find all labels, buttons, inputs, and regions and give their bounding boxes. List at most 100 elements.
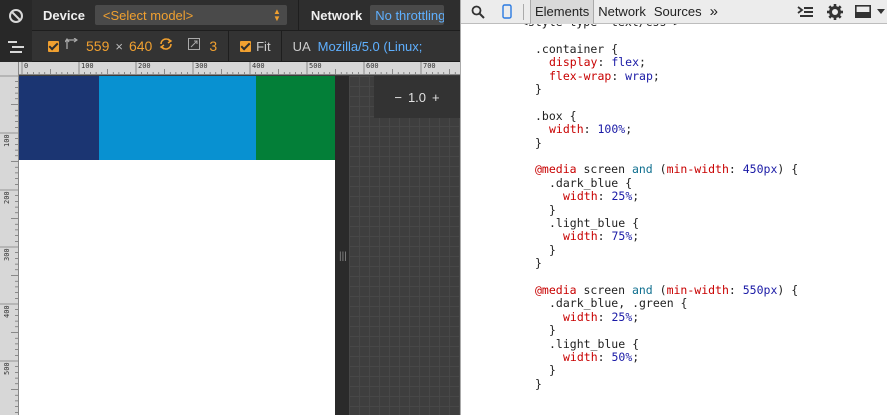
code-line: width: 100%; [549, 122, 632, 137]
code-token: width [563, 229, 598, 244]
fit-label: Fit [256, 38, 271, 54]
device-label: Device [43, 7, 85, 23]
ruler-tick-label: 300 [195, 62, 208, 70]
width-field[interactable]: 559 [86, 38, 109, 54]
disable-emulation-icon[interactable] [6, 6, 26, 26]
dark-blue-box [19, 76, 99, 160]
code-token: @media [535, 283, 577, 297]
zoom-in-button[interactable]: + [432, 90, 440, 105]
ruler-tick-label: 400 [252, 62, 265, 70]
code-token: } [549, 202, 556, 217]
code-line: flex-wrap: wrap; [549, 68, 660, 83]
code-token: } [535, 82, 542, 96]
code-token: flex [611, 55, 640, 70]
code-line: display: flex; [549, 55, 646, 70]
code-token: width [563, 309, 598, 324]
code-line: } [535, 256, 542, 271]
code-token: .light_blue { [549, 336, 640, 351]
code-token: screen [576, 283, 632, 297]
dock-side-icon[interactable] [854, 5, 872, 18]
code-token: : [597, 55, 612, 70]
search-icon[interactable] [470, 5, 486, 19]
resolution-checkbox[interactable] [48, 40, 59, 52]
ruler-tick-label: 200 [3, 191, 11, 204]
code-token: display [549, 55, 598, 70]
toolbar-divider [297, 0, 299, 31]
tab-sources[interactable]: Sources [650, 0, 706, 24]
device-model-select[interactable]: <Select model> ▲ ▼ [94, 5, 287, 25]
console-drawer-icon[interactable] [796, 5, 814, 18]
code-token: ; [632, 350, 640, 364]
tab-network[interactable]: Network [594, 0, 650, 24]
code-token: wrap [625, 68, 653, 83]
ruler-tick-label: 300 [3, 248, 11, 261]
code-line: @media screen and (min-width: 450px) { [535, 163, 798, 176]
code-token: ) { [777, 162, 799, 177]
tab-elements[interactable]: Elements [530, 0, 595, 24]
emulation-background-grid [349, 76, 460, 415]
emulated-viewport[interactable] [19, 76, 335, 415]
code-line: .container { [535, 41, 619, 56]
ruler-tick-label: 500 [309, 62, 322, 70]
fit-checkbox[interactable] [240, 40, 252, 52]
ua-label: UA [292, 38, 311, 54]
toolbar-divider [228, 30, 230, 62]
code-token: } [549, 242, 556, 257]
code-token: 550px [742, 283, 778, 297]
horizontal-ruler: 0 100 200 300 400 500 600 700 [19, 62, 460, 75]
code-token: min-width [666, 283, 729, 297]
code-token: @media [535, 162, 577, 177]
code-token: width [563, 350, 598, 364]
code-line: width: 50%; [563, 350, 640, 364]
code-line: <style type="text/css"> [521, 24, 680, 29]
ruler-tick-label: 0 [24, 62, 29, 70]
device-pixel-ratio-field[interactable]: 3 [209, 38, 217, 54]
zoom-out-button[interactable]: − [394, 90, 402, 105]
network-label: Network [310, 7, 363, 23]
device-metrics-row: 559 × 640 3 Fit UA Mozilla/5.0 (Linux; [32, 30, 460, 62]
ruler-tick-label: 700 [423, 62, 436, 70]
device-mode-icon[interactable] [501, 4, 513, 19]
code-token: : [728, 283, 743, 297]
code-line: width: 25%; [563, 309, 639, 324]
code-token: 450px [742, 162, 778, 177]
code-token: } [535, 256, 542, 271]
toolbar-divider [523, 3, 524, 20]
code-token: : [597, 229, 612, 244]
code-token: : [728, 162, 743, 177]
viewport-resize-handle[interactable]: ||| [335, 76, 349, 415]
height-field[interactable]: 640 [129, 38, 152, 54]
code-token: .dark_blue, .green { [549, 296, 688, 311]
code-line: width: 75%; [563, 230, 639, 243]
resize-grip-icon: ||| [339, 251, 347, 262]
code-token: 75% [611, 229, 633, 244]
vertical-ruler: 100 200 300 400 500 [0, 62, 19, 415]
more-tabs-button[interactable]: » [706, 0, 722, 24]
resize-arrows-icon [64, 37, 79, 54]
chevron-down-icon[interactable] [876, 9, 886, 14]
code-token: and [631, 162, 653, 177]
code-token: ; [632, 189, 640, 204]
code-token: 25% [611, 189, 633, 204]
code-token: 100% [597, 122, 626, 137]
network-throttle-select[interactable]: No throttling [370, 5, 445, 25]
code-line: .light_blue { [549, 216, 639, 230]
swap-dimensions-icon[interactable] [159, 37, 173, 56]
code-token: ; [652, 68, 660, 83]
code-token: : [611, 68, 626, 83]
code-token: width [563, 189, 598, 204]
devtools-toolbar: Elements Network Sources » [461, 0, 887, 24]
ruler-tick-label: 500 [3, 362, 11, 375]
code-line: } [535, 136, 542, 150]
code-token: ( [652, 283, 667, 297]
zoom-value: 1.0 [407, 89, 427, 105]
code-token: min-width [666, 162, 729, 177]
times-sign: × [115, 38, 123, 54]
user-agent-field[interactable]: Mozilla/5.0 (Linux; [318, 39, 423, 54]
code-token: ) { [777, 283, 799, 297]
code-token: .container { [535, 41, 619, 56]
drawer-toggle-icon[interactable] [6, 37, 26, 57]
gear-icon[interactable] [826, 3, 844, 20]
code-token: .dark_blue { [549, 175, 633, 190]
code-line: } [535, 82, 542, 96]
